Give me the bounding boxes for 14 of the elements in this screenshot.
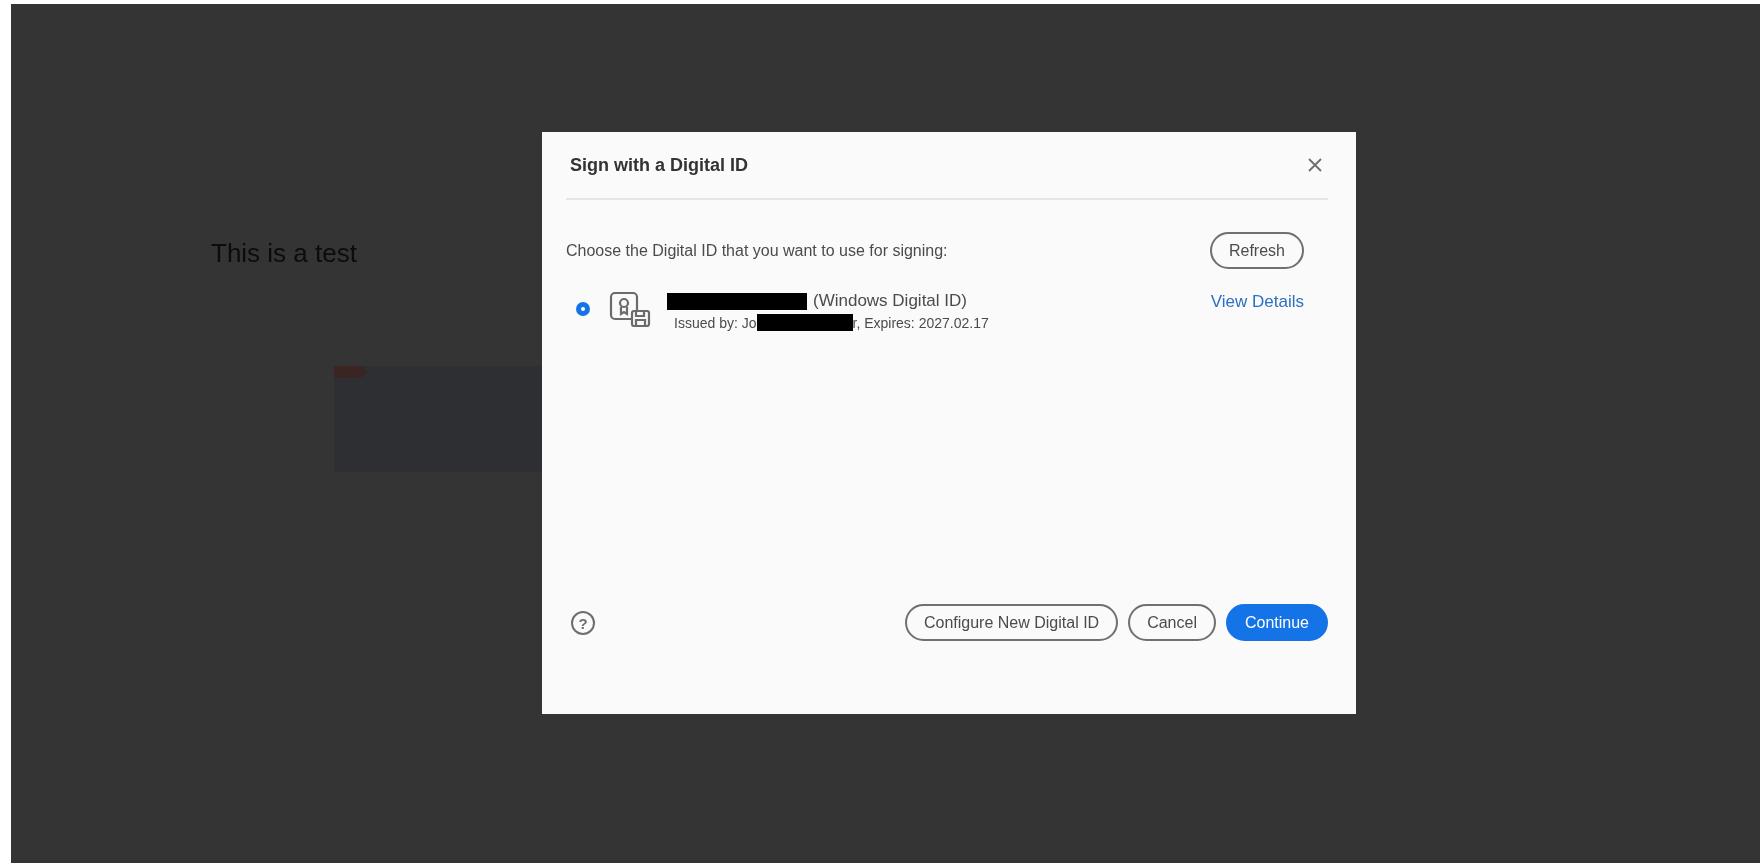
- view-details-link[interactable]: View Details: [1210, 292, 1304, 312]
- dialog-button[interactable]: Configure New Digital ID: [904, 604, 1119, 641]
- id-type-text: (Windows Digital ID): [813, 291, 967, 311]
- certificate-icon: [609, 291, 651, 327]
- dialog-button[interactable]: Cancel: [1128, 604, 1216, 641]
- continue-button[interactable]: Continue: [1225, 604, 1328, 641]
- issuer-text: Issued by: Jo: [674, 314, 757, 331]
- radio-button[interactable]: [576, 302, 590, 316]
- instruction-text: Choose the Digital ID that you want to use for signing:: [566, 241, 948, 260]
- expiry-text: r, Expires: 2027.02.17: [852, 314, 989, 331]
- dialog-title: Sign with a Digital ID: [570, 154, 748, 176]
- refresh-button[interactable]: Refresh: [1209, 232, 1304, 269]
- close-icon[interactable]: [1308, 158, 1322, 172]
- help-button[interactable]: ?: [571, 611, 595, 635]
